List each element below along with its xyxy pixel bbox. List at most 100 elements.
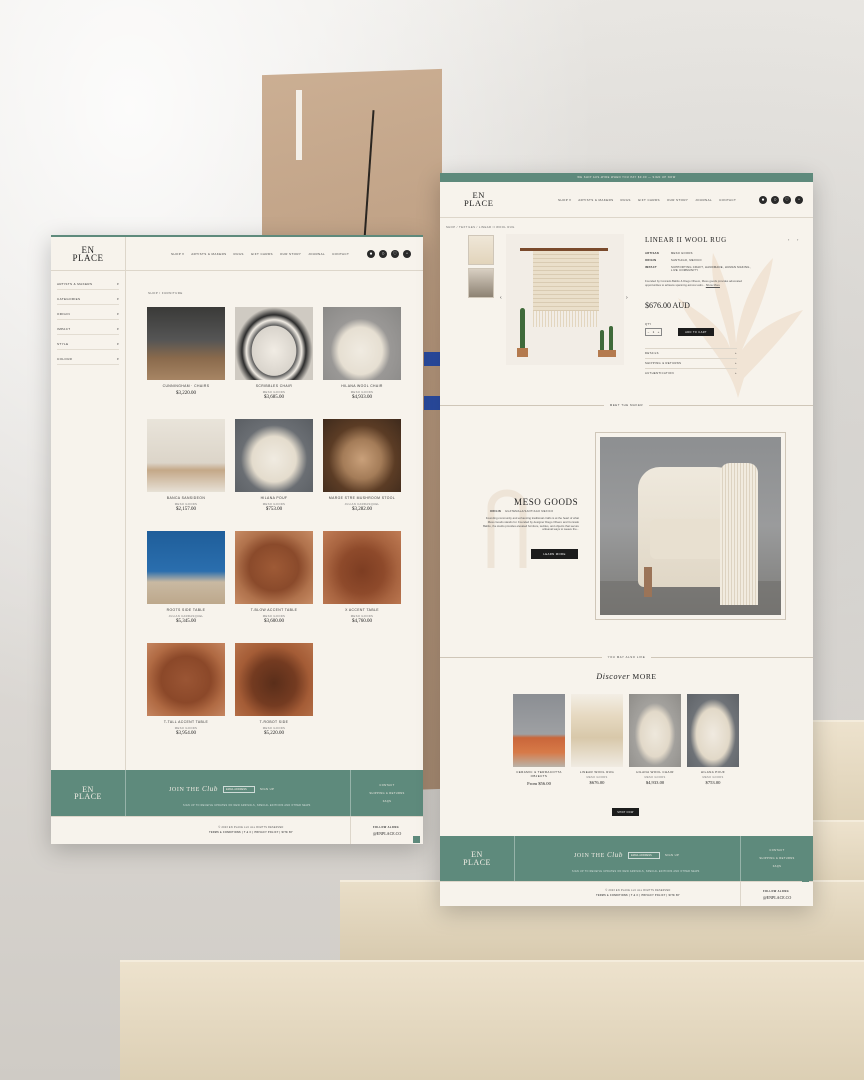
product-image[interactable] (147, 531, 225, 604)
search-icon[interactable]: ○ (379, 250, 387, 258)
product-name[interactable]: MARGE STRE MUSHROOM STOOL (323, 496, 401, 500)
legal-links[interactable]: TERMS & CONDITIONS | T & C | PRIVACY POL… (548, 894, 728, 897)
show-more-link[interactable]: Show More (706, 283, 720, 287)
nav-shop[interactable]: SHOP ▾ (171, 252, 184, 256)
footer-logo[interactable]: EN PLACE (74, 785, 102, 800)
product-name[interactable]: BANCA SANSIDEON (147, 496, 225, 500)
quantity-stepper[interactable]: − 1 + (645, 328, 662, 336)
footer-link-shipping[interactable]: SHIPPING & RETURNS (369, 792, 404, 795)
email-field[interactable]: EMAIL ADDRESS (627, 851, 660, 859)
product-image[interactable] (147, 643, 225, 716)
product-image[interactable] (629, 694, 681, 767)
legal-links[interactable]: TERMS & CONDITIONS | T & C | PRIVACY POL… (161, 831, 341, 834)
email-field[interactable]: EMAIL ADDRESS (222, 785, 255, 793)
product-name[interactable]: T-ROBOT SIDE (235, 720, 313, 724)
product-name[interactable]: T-TALL ACCENT TABLE (147, 720, 225, 724)
search-icon[interactable]: ○ (771, 196, 779, 204)
product-name[interactable]: CUNNINGHAM · CHAIRS (147, 384, 225, 388)
chat-icon[interactable] (802, 875, 809, 882)
plus-icon[interactable]: + (658, 330, 660, 334)
nav-journal[interactable]: JOURNAL (695, 198, 712, 202)
footer-logo[interactable]: EN PLACE (463, 851, 491, 866)
footer-link-faqs[interactable]: FAQS (773, 865, 782, 868)
product-image[interactable] (323, 307, 401, 380)
product-card[interactable]: SCRIBBLES CHAIR MESO GOODS $3,685.00 (235, 307, 313, 411)
minus-icon[interactable]: − (648, 330, 650, 334)
filter-origin[interactable]: ORIGIN ▾ (57, 309, 119, 320)
product-image[interactable] (147, 419, 225, 492)
footer-link-shipping[interactable]: SHIPPING & RETURNS (759, 857, 794, 860)
accordion-authentication[interactable]: AUTHENTICATION + (645, 368, 737, 378)
product-name[interactable]: CERAMIC & TERRACOTTA OBJECTS (513, 770, 565, 778)
account-icon[interactable]: ● (367, 250, 375, 258)
filter-categories[interactable]: CATEGORIES ▾ (57, 294, 119, 305)
gallery-thumbnail[interactable] (468, 235, 494, 265)
product-name[interactable]: SCRIBBLES CHAIR (235, 384, 313, 388)
accordion-details[interactable]: DETAILS + (645, 348, 737, 358)
cart-icon[interactable]: ▫ (403, 250, 411, 258)
related-product-card[interactable]: CERAMIC & TERRACOTTA OBJECTS From $56.00 (513, 694, 565, 786)
product-card[interactable]: T-TALL ACCENT TABLE MESO GOODS $3,954.00 (147, 643, 225, 747)
product-card[interactable]: T-BLOW ACCENT TABLE MESO GOODS $3,600.00 (235, 531, 313, 635)
product-image[interactable] (235, 643, 313, 716)
filter-artists[interactable]: ARTISTS & MAKERS ▾ (57, 279, 119, 290)
product-card[interactable]: HILANA POUF MESO GOODS $753.00 (235, 419, 313, 523)
nav-shop[interactable]: SHOP ▾ (558, 198, 571, 202)
spec-value[interactable]: MESO GOODS (671, 252, 693, 255)
product-image[interactable] (323, 531, 401, 604)
product-card[interactable]: X ACCENT TABLE MESO GOODS $4,760.00 (323, 531, 401, 635)
product-name[interactable]: T-BLOW ACCENT TABLE (235, 608, 313, 612)
product-name[interactable]: HILANA WOOL CHAIR (629, 770, 681, 774)
nav-our-story[interactable]: OUR STORY (667, 198, 688, 202)
chevron-left-icon[interactable]: ‹ (500, 295, 502, 301)
product-main-image[interactable] (506, 234, 624, 365)
product-image[interactable] (147, 307, 225, 380)
product-image[interactable] (235, 307, 313, 380)
product-name[interactable]: HILANA POUF (687, 770, 739, 774)
accordion-shipping[interactable]: SHIPPING & RETURNS + (645, 358, 737, 368)
nav-artists[interactable]: ARTISTS & MAKERS (191, 252, 226, 256)
site-logo[interactable]: EN PLACE (464, 191, 493, 207)
product-image[interactable] (235, 531, 313, 604)
instagram-handle[interactable]: @ENPLACE.CO (763, 895, 813, 900)
product-name[interactable]: LINEAR WOOL RUG (571, 770, 623, 774)
product-name[interactable]: X ACCENT TABLE (323, 608, 401, 612)
product-image[interactable] (571, 694, 623, 767)
product-card[interactable]: MARGE STRE MUSHROOM STOOL JULIAN CARRASQ… (323, 419, 401, 523)
nav-artists[interactable]: ARTISTS & MAKERS (578, 198, 613, 202)
chevron-right-icon[interactable]: › (626, 295, 628, 301)
announcement-bar[interactable]: WE SHIP AUS-WIDE WHEN YOU PAY $0.00 — SI… (440, 173, 813, 182)
product-image[interactable] (687, 694, 739, 767)
product-card[interactable]: T-ROBOT SIDE MESO GOODS $5,220.00 (235, 643, 313, 747)
nav-rugs[interactable]: RUGS (234, 252, 244, 256)
product-image[interactable] (323, 419, 401, 492)
nav-our-story[interactable]: OUR STORY (280, 252, 301, 256)
maker-image[interactable] (600, 437, 781, 615)
product-card[interactable]: ROOTS SIDE TABLE JULIAN CARRASQUEL $5,34… (147, 531, 225, 635)
footer-link-contact[interactable]: CONTACT (379, 784, 394, 787)
nav-gift-cards[interactable]: GIFT CARDS (638, 198, 660, 202)
cart-icon[interactable]: ▫ (795, 196, 803, 204)
product-card[interactable]: BANCA SANSIDEON MESO GOODS $2,157.00 (147, 419, 225, 523)
signup-button[interactable]: SIGN UP (260, 787, 274, 791)
related-product-card[interactable]: LINEAR WOOL RUG MESO GOODS $676.00 (571, 694, 623, 785)
filter-impact[interactable]: IMPACT ▾ (57, 324, 119, 335)
breadcrumb[interactable]: SHOP / FURNITURE (148, 291, 183, 295)
shop-now-button[interactable]: SHOP NOW (612, 808, 639, 816)
nav-journal[interactable]: JOURNAL (308, 252, 325, 256)
product-name[interactable]: HILANA POUF (235, 496, 313, 500)
signup-button[interactable]: SIGN UP (665, 853, 679, 857)
footer-link-faqs[interactable]: FAQS (383, 800, 392, 803)
nav-gift-cards[interactable]: GIFT CARDS (251, 252, 273, 256)
nav-contact[interactable]: CONTACT (719, 198, 736, 202)
account-icon[interactable]: ● (759, 196, 767, 204)
learn-more-button[interactable]: LEARN MORE (531, 549, 578, 559)
chevron-left-icon[interactable]: ‹ (788, 237, 789, 242)
wishlist-icon[interactable]: ♡ (391, 250, 399, 258)
gallery-thumbnail[interactable] (468, 268, 494, 298)
filter-style[interactable]: STYLE ▾ (57, 339, 119, 350)
nav-contact[interactable]: CONTACT (332, 252, 349, 256)
chevron-right-icon[interactable]: › (797, 237, 798, 242)
product-name[interactable]: HILANA WOOL CHAIR (323, 384, 401, 388)
add-to-cart-button[interactable]: ADD TO CART (678, 328, 714, 336)
